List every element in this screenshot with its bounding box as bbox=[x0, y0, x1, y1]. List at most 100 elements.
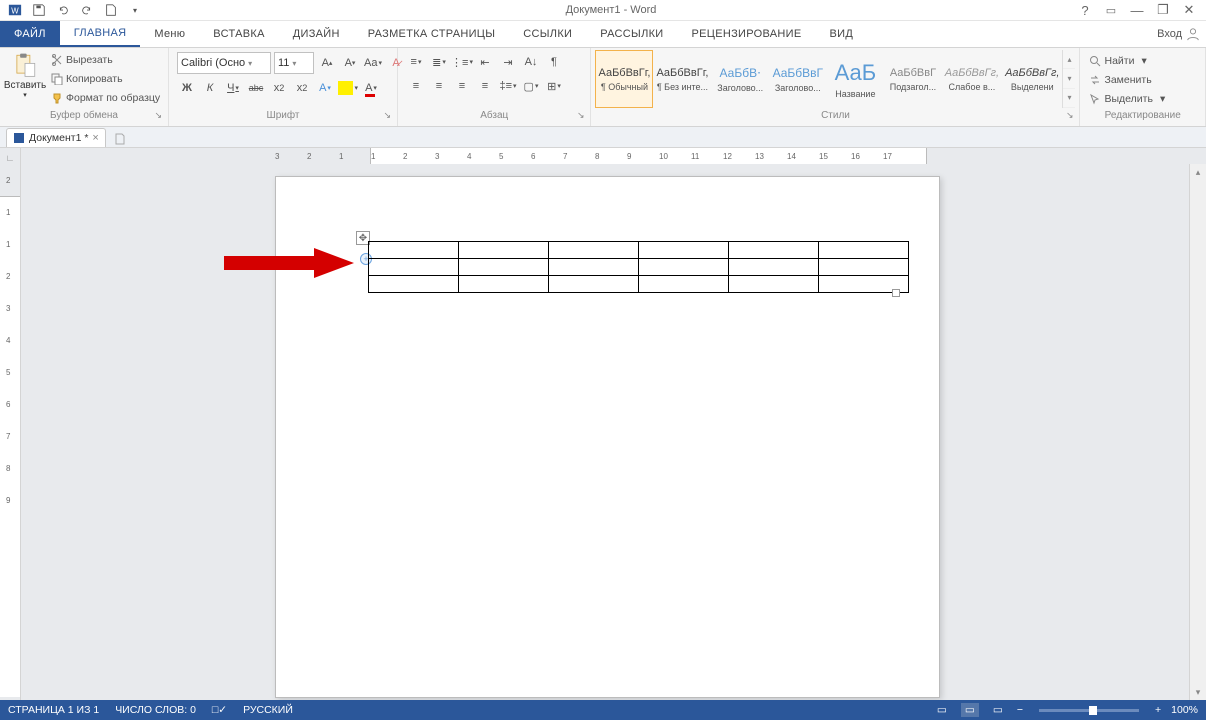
ruler-vertical[interactable]: 21123456789 bbox=[0, 164, 21, 700]
view-web-icon[interactable]: ▭ bbox=[989, 703, 1007, 717]
tab-layout[interactable]: РАЗМЕТКА СТРАНИЦЫ bbox=[354, 21, 510, 47]
tab-file[interactable]: ФАЙЛ bbox=[0, 21, 60, 47]
italic-button[interactable]: К bbox=[200, 78, 220, 98]
qat-customize-icon[interactable]: ▾ bbox=[124, 1, 146, 19]
font-color-icon[interactable]: A▾ bbox=[361, 78, 381, 98]
table-resize-handle[interactable] bbox=[892, 289, 900, 297]
text-effects-icon[interactable]: A▾ bbox=[315, 78, 335, 98]
page[interactable]: ✥ + bbox=[275, 176, 940, 698]
view-print-icon[interactable]: ▭ bbox=[961, 703, 979, 717]
close-tab-icon[interactable]: × bbox=[92, 132, 98, 144]
style-title[interactable]: АаБНазвание bbox=[827, 50, 885, 108]
launcher-icon[interactable]: ↘ bbox=[577, 110, 585, 121]
zoom-out-button[interactable]: − bbox=[1017, 704, 1023, 716]
status-words[interactable]: ЧИСЛО СЛОВ: 0 bbox=[115, 704, 196, 716]
table-row[interactable] bbox=[369, 242, 909, 259]
zoom-slider[interactable] bbox=[1039, 709, 1139, 712]
style-normal[interactable]: АаБбВвГг,¶ Обычный bbox=[595, 50, 653, 108]
select-button[interactable]: Выделить▾ bbox=[1086, 90, 1168, 108]
help-icon[interactable]: ? bbox=[1076, 3, 1094, 18]
line-spacing-icon[interactable]: ‡≡▾ bbox=[498, 76, 518, 96]
font-size-combo[interactable]: 11▾ bbox=[274, 52, 314, 74]
view-read-icon[interactable]: ▭ bbox=[933, 703, 951, 717]
decrease-indent-icon[interactable]: ⇤ bbox=[475, 52, 495, 72]
tab-home[interactable]: ГЛАВНАЯ bbox=[60, 21, 141, 47]
zoom-level[interactable]: 100% bbox=[1171, 704, 1198, 716]
document-table[interactable] bbox=[368, 241, 909, 293]
scroll-down-icon[interactable]: ▾ bbox=[1063, 69, 1075, 88]
launcher-icon[interactable]: ↘ bbox=[383, 110, 391, 121]
style-emphasis[interactable]: АаБбВвГг,Выделени bbox=[1002, 50, 1062, 108]
close-icon[interactable]: ✕ bbox=[1180, 2, 1198, 18]
table-row[interactable] bbox=[369, 276, 909, 293]
underline-button[interactable]: Ч▾ bbox=[223, 78, 243, 98]
bullets-icon[interactable]: ≡▾ bbox=[406, 52, 426, 72]
style-subtitle[interactable]: АаБбВвГПодзагол... bbox=[884, 50, 942, 108]
align-center-icon[interactable]: ≡ bbox=[429, 76, 449, 96]
launcher-icon[interactable]: ↘ bbox=[1066, 110, 1074, 121]
format-painter-button[interactable]: Формат по образцу bbox=[48, 89, 163, 107]
group-label-font: Шрифт↘ bbox=[173, 110, 393, 124]
new-tab-button[interactable] bbox=[110, 131, 130, 147]
login-button[interactable]: Вход bbox=[1157, 21, 1206, 47]
align-left-icon[interactable]: ≡ bbox=[406, 76, 426, 96]
group-clipboard: Вставить ▾ Вырезать Копировать Формат по… bbox=[0, 48, 169, 126]
styles-gallery[interactable]: АаБбВвГг,¶ Обычный АаБбВвГг,¶ Без инте..… bbox=[595, 50, 1075, 108]
superscript-button[interactable]: x2 bbox=[292, 78, 312, 98]
multilevel-icon[interactable]: ⋮≡▾ bbox=[452, 52, 472, 72]
status-page[interactable]: СТРАНИЦА 1 ИЗ 1 bbox=[8, 704, 99, 716]
find-button[interactable]: Найти▾ bbox=[1086, 52, 1168, 70]
tab-view[interactable]: ВИД bbox=[816, 21, 868, 47]
font-name-combo[interactable]: Calibri (Осно▾ bbox=[177, 52, 271, 74]
tab-references[interactable]: ССЫЛКИ bbox=[509, 21, 586, 47]
borders-icon[interactable]: ⊞▾ bbox=[544, 76, 564, 96]
styles-scroll[interactable]: ▴▾▾ bbox=[1062, 50, 1075, 108]
numbering-icon[interactable]: ≣▾ bbox=[429, 52, 449, 72]
replace-button[interactable]: Заменить bbox=[1086, 71, 1168, 89]
tab-mailings[interactable]: РАССЫЛКИ bbox=[586, 21, 677, 47]
bold-button[interactable]: Ж bbox=[177, 78, 197, 98]
scroll-up-icon[interactable]: ▴ bbox=[1190, 164, 1206, 180]
tab-review[interactable]: РЕЦЕНЗИРОВАНИЕ bbox=[678, 21, 816, 47]
status-proofing-icon[interactable]: □✓ bbox=[212, 704, 227, 716]
cut-button[interactable]: Вырезать bbox=[48, 51, 163, 69]
align-right-icon[interactable]: ≡ bbox=[452, 76, 472, 96]
save-icon[interactable] bbox=[28, 1, 50, 19]
strike-button[interactable]: abc bbox=[246, 78, 266, 98]
increase-indent-icon[interactable]: ⇥ bbox=[498, 52, 518, 72]
status-language[interactable]: РУССКИЙ bbox=[243, 704, 293, 716]
redo-icon[interactable] bbox=[76, 1, 98, 19]
change-case-icon[interactable]: Aa▾ bbox=[363, 53, 383, 73]
minimize-icon[interactable]: — bbox=[1128, 3, 1146, 18]
style-heading2[interactable]: АаБбВвГЗаголово... bbox=[769, 50, 827, 108]
show-marks-icon[interactable]: ¶ bbox=[544, 52, 564, 72]
subscript-button[interactable]: x2 bbox=[269, 78, 289, 98]
justify-icon[interactable]: ≡ bbox=[475, 76, 495, 96]
ribbon-options-icon[interactable]: ▭ bbox=[1102, 4, 1120, 17]
style-heading1[interactable]: АаБбВ⋅Заголово... bbox=[711, 50, 769, 108]
zoom-in-button[interactable]: + bbox=[1155, 704, 1161, 716]
table-row[interactable] bbox=[369, 259, 909, 276]
restore-icon[interactable]: ❐ bbox=[1154, 2, 1172, 18]
scroll-up-icon[interactable]: ▴ bbox=[1063, 50, 1075, 69]
scroll-down-icon[interactable]: ▾ bbox=[1190, 684, 1206, 700]
vertical-scrollbar[interactable]: ▴ ▾ bbox=[1189, 164, 1206, 700]
grow-font-icon[interactable]: A▴ bbox=[317, 53, 337, 73]
launcher-icon[interactable]: ↘ bbox=[154, 110, 162, 121]
tab-menu[interactable]: Меню bbox=[140, 21, 199, 47]
style-no-spacing[interactable]: АаБбВвГг,¶ Без инте... bbox=[653, 50, 711, 108]
new-doc-icon[interactable] bbox=[100, 1, 122, 19]
document-area[interactable]: ✥ + bbox=[21, 164, 1189, 700]
document-tab[interactable]: Документ1 * × bbox=[6, 128, 106, 147]
shrink-font-icon[interactable]: A▾ bbox=[340, 53, 360, 73]
style-subtle-emphasis[interactable]: АаБбВвГг,Слабое в... bbox=[942, 50, 1002, 108]
sort-icon[interactable]: A↓ bbox=[521, 52, 541, 72]
undo-icon[interactable] bbox=[52, 1, 74, 19]
paste-button[interactable]: Вставить ▾ bbox=[4, 50, 46, 99]
tab-design[interactable]: ДИЗАЙН bbox=[279, 21, 354, 47]
tab-insert[interactable]: ВСТАВКА bbox=[199, 21, 278, 47]
shading-icon[interactable]: ▢▾ bbox=[521, 76, 541, 96]
copy-button[interactable]: Копировать bbox=[48, 70, 163, 88]
scroll-more-icon[interactable]: ▾ bbox=[1063, 89, 1075, 108]
highlight-icon[interactable]: ▾ bbox=[338, 78, 358, 98]
